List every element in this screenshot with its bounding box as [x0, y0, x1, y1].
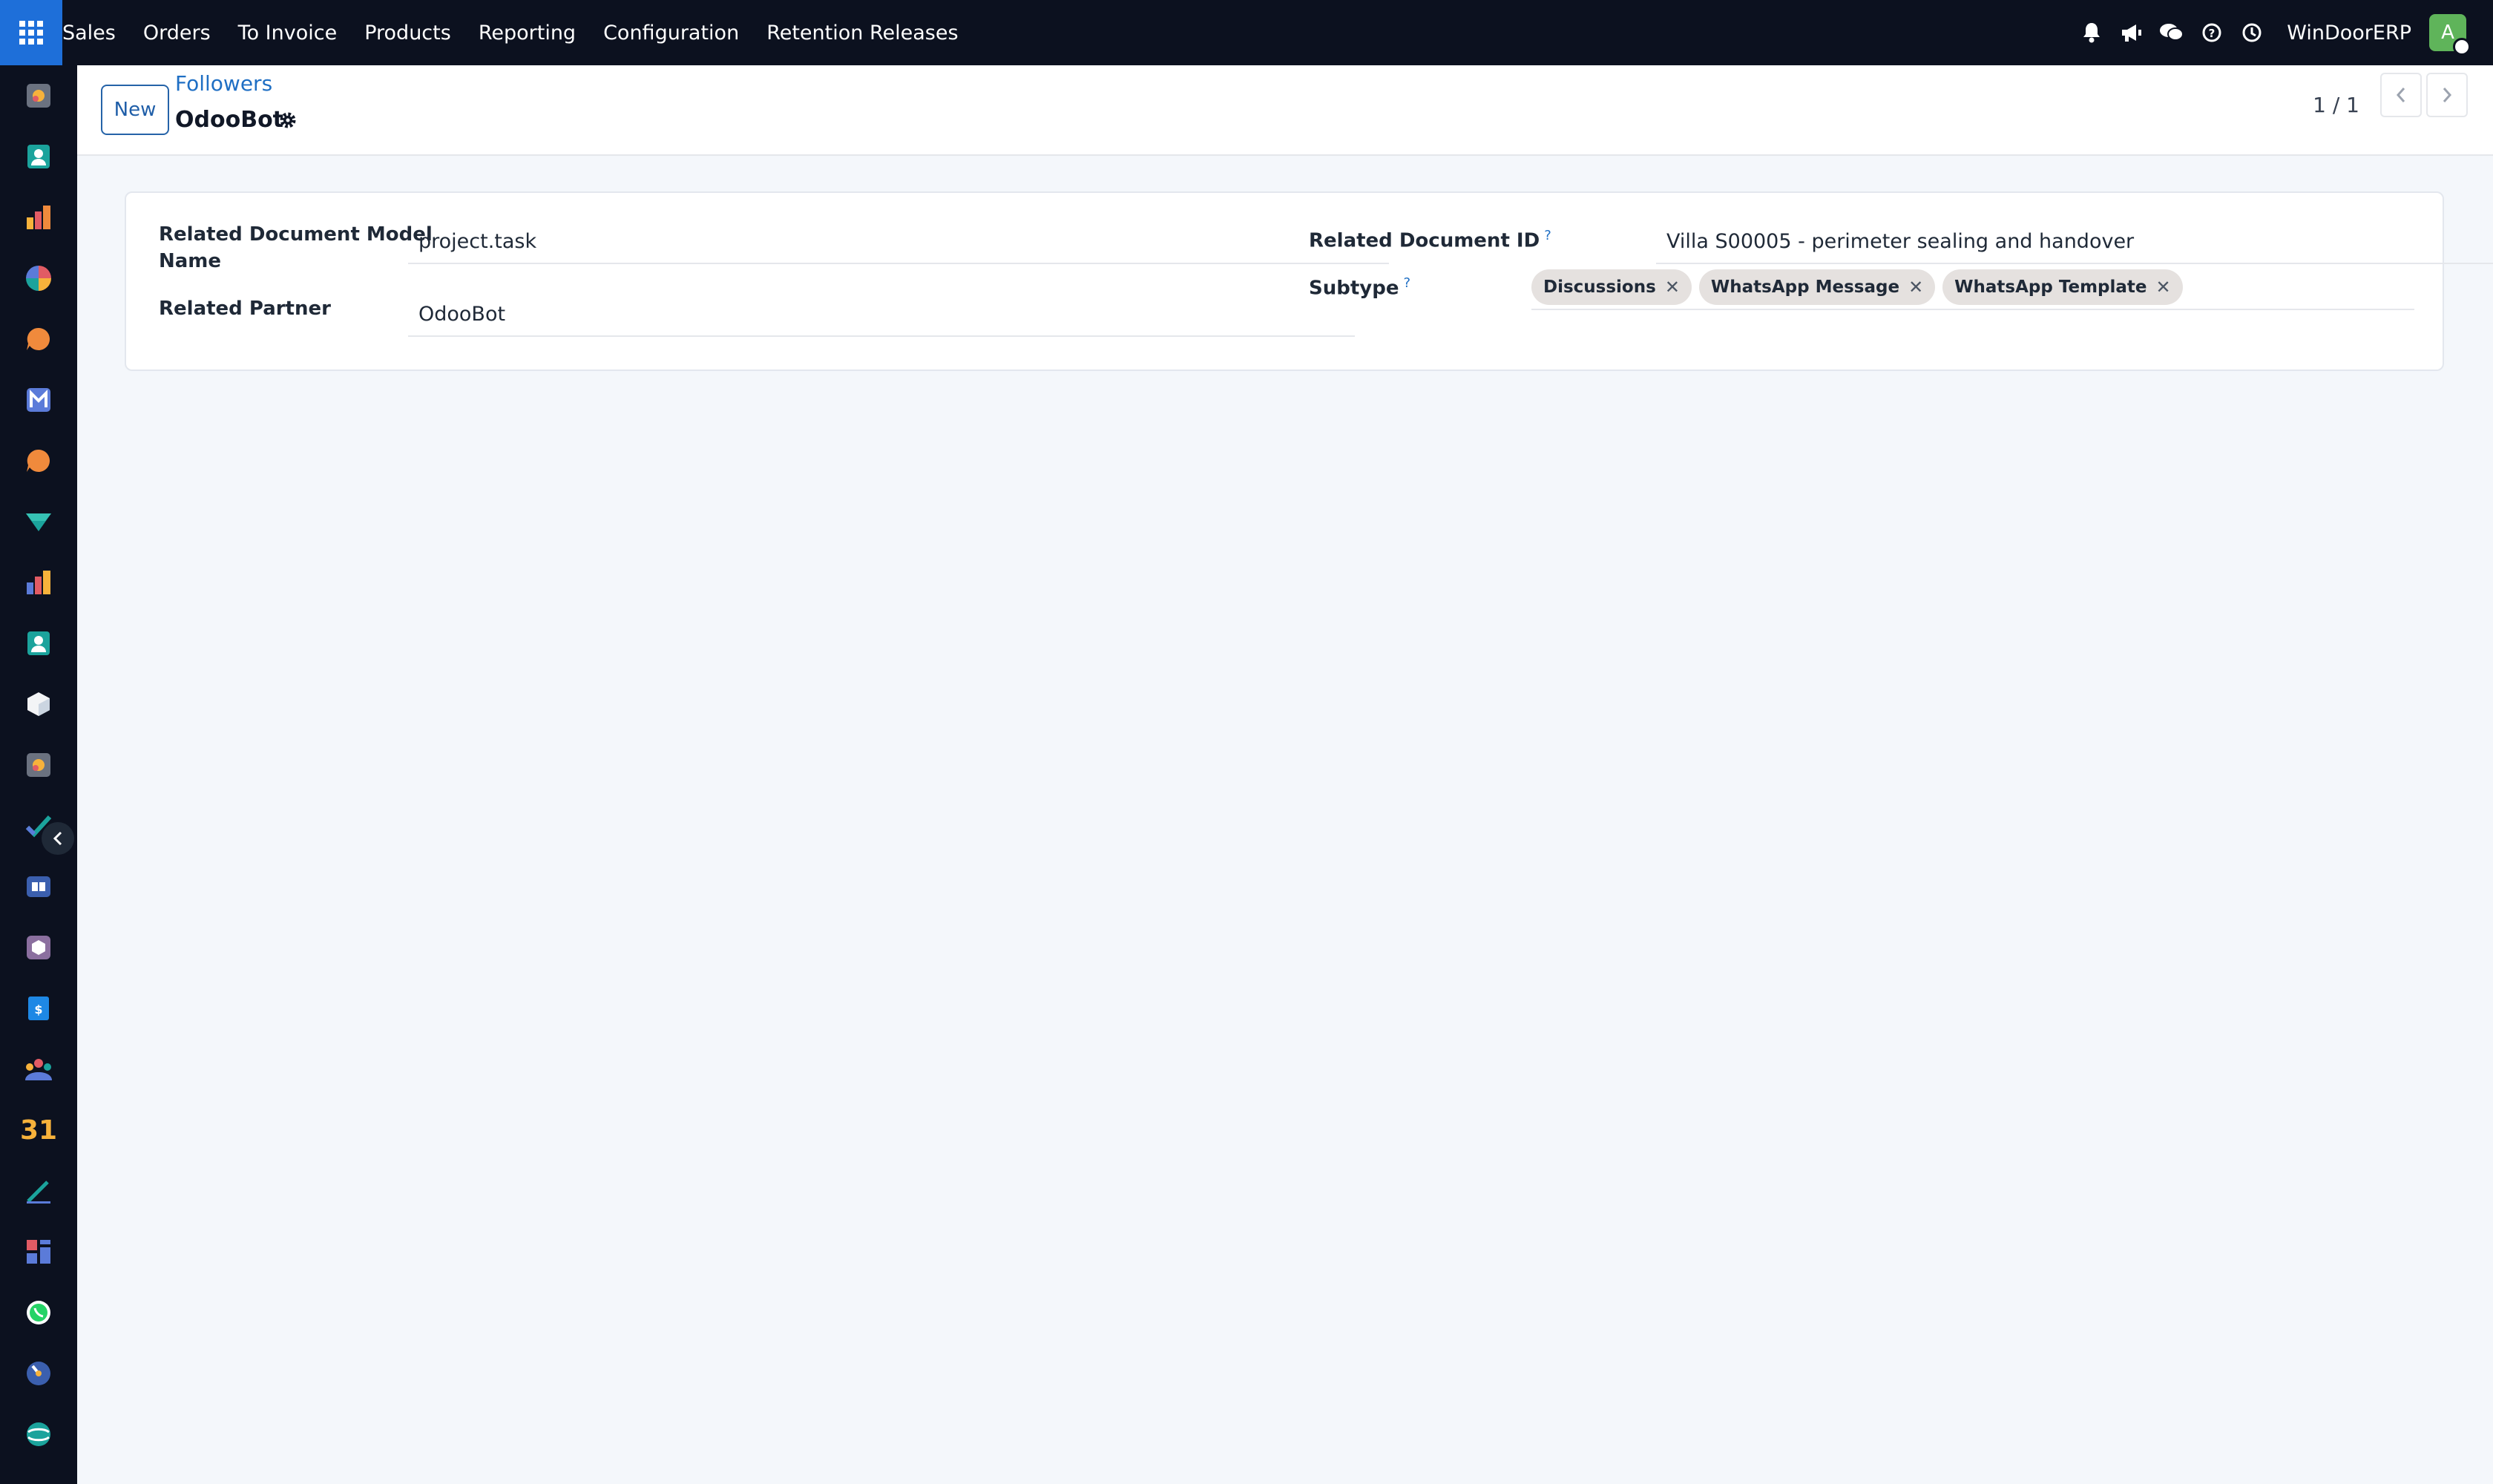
user-avatar[interactable]: A [2429, 14, 2471, 56]
sidebar-collapse-button[interactable] [42, 822, 74, 855]
breadcrumb-followers[interactable]: Followers [175, 71, 272, 96]
systray: ? WinDoorERP A [2069, 0, 2471, 65]
subtype-help-icon[interactable]: ? [1403, 275, 1410, 291]
employees-app-icon[interactable] [23, 628, 54, 659]
app-switcher-button[interactable] [0, 0, 62, 65]
record-title: OdooBot [175, 107, 284, 133]
menu-retention-releases[interactable]: Retention Releases [766, 22, 958, 45]
model-name-label-line1: Related Document Model [159, 223, 433, 246]
calendar-label: 31 [19, 1114, 58, 1146]
svg-text:?: ? [2209, 27, 2216, 40]
form-sheet: Related Document Model Name project.task… [125, 191, 2493, 371]
inventory-app-icon[interactable] [23, 689, 54, 720]
partner-label: Related Partner [159, 298, 331, 320]
knowledge-app-icon[interactable] [23, 871, 54, 902]
timer-app-icon[interactable] [23, 1358, 54, 1389]
manufacturing-app-icon[interactable] [23, 932, 54, 963]
subtype-tag-label: WhatsApp Message [1710, 278, 1900, 297]
pager-next-button[interactable] [2426, 73, 2468, 117]
pager-value[interactable]: 1 / 1 [2313, 85, 2359, 126]
main-menu: Sales Orders To Invoice Products Reporti… [62, 0, 959, 65]
pager-previous-button[interactable] [2380, 73, 2422, 117]
control-panel: New Followers OdooBot 1 / 1 [77, 65, 2493, 156]
grid-icon [19, 21, 43, 45]
subtype-tag-label: WhatsApp Template [1954, 278, 2147, 297]
chevron-right-icon [2443, 88, 2452, 102]
megaphone-icon[interactable] [2115, 16, 2149, 50]
help-icon[interactable]: ? [2195, 16, 2229, 50]
subtype-label: Subtype? [1309, 270, 1410, 302]
odoo-app-icon[interactable] [23, 1419, 54, 1450]
status-dot [2453, 38, 2471, 56]
model-name-label: Related Document Model Name [159, 221, 433, 275]
clock-icon[interactable] [2235, 16, 2269, 50]
menu-sales[interactable]: Sales [62, 22, 116, 45]
model-name-label-line2: Name [159, 250, 222, 272]
partner-field[interactable]: OdooBot [408, 292, 1355, 337]
avatar-letter: A [2441, 22, 2454, 44]
spreadsheet-app-icon[interactable] [23, 567, 54, 598]
subtype-tag-label: Discussions [1543, 278, 1656, 297]
chevron-left-icon [53, 831, 62, 846]
app-sidebar: $ 31 [0, 65, 77, 1484]
sign-app-icon[interactable] [23, 506, 54, 537]
chat-icon[interactable] [2155, 16, 2189, 50]
gear-icon[interactable] [275, 107, 301, 134]
subtype-tag: WhatsApp Template ✕ [1942, 269, 2183, 305]
remove-tag-icon[interactable]: ✕ [2156, 277, 2171, 298]
subtype-tags-field[interactable]: Discussions ✕ WhatsApp Message ✕ WhatsAp… [1531, 266, 2414, 310]
remove-tag-icon[interactable]: ✕ [1665, 277, 1680, 298]
company-switcher[interactable]: WinDoorERP [2287, 22, 2411, 45]
calendar-app-icon[interactable]: 31 [19, 1114, 58, 1146]
widgets-app-icon[interactable] [23, 1236, 54, 1267]
dashboard-app-icon[interactable] [23, 263, 54, 294]
team-app-icon[interactable] [23, 1054, 54, 1085]
whatsapp-app-icon[interactable] [23, 1297, 54, 1328]
subtype-tag: WhatsApp Message ✕ [1698, 269, 1936, 305]
model-name-field[interactable]: project.task [408, 220, 1389, 264]
discuss-app-icon[interactable] [23, 324, 54, 355]
remove-tag-icon[interactable]: ✕ [1908, 277, 1923, 298]
crm-app-icon[interactable] [23, 80, 54, 111]
menu-to-invoice[interactable]: To Invoice [238, 22, 338, 45]
invoicing-app-icon[interactable]: $ [23, 993, 54, 1024]
reporting-app-icon[interactable] [23, 202, 54, 233]
crm-app-2-icon[interactable] [23, 749, 54, 781]
contacts-app-icon[interactable] [23, 141, 54, 172]
chat-app-icon[interactable] [23, 445, 54, 476]
top-navbar: Sales Orders To Invoice Products Reporti… [0, 0, 2493, 65]
doc-id-label: Related Document ID? [1309, 223, 1551, 255]
menu-reporting[interactable]: Reporting [479, 22, 576, 45]
menu-products[interactable]: Products [364, 22, 451, 45]
menu-orders[interactable]: Orders [143, 22, 211, 45]
svg-text:$: $ [34, 1002, 42, 1017]
chevron-left-icon [2396, 88, 2405, 102]
doc-id-field[interactable]: Villa S00005 - perimeter sealing and han… [1656, 220, 2493, 264]
subtype-label-text: Subtype [1309, 277, 1399, 300]
new-button[interactable]: New [101, 85, 169, 135]
email-marketing-app-icon[interactable] [23, 384, 54, 416]
menu-configuration[interactable]: Configuration [603, 22, 739, 45]
notes-app-icon[interactable] [23, 1175, 54, 1206]
bell-icon[interactable] [2075, 16, 2109, 50]
subtype-tag: Discussions ✕ [1531, 269, 1692, 305]
doc-id-label-text: Related Document ID [1309, 229, 1540, 252]
doc-id-help-icon[interactable]: ? [1544, 228, 1551, 243]
